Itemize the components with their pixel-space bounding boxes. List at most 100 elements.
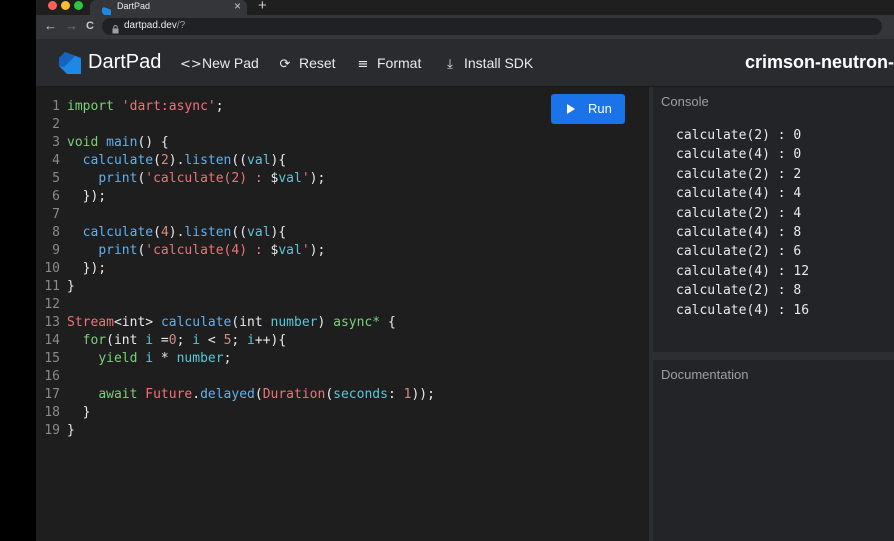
close-window-dot[interactable] [48, 1, 57, 10]
url-host: dartpad.dev [124, 20, 177, 31]
code-token: ( [325, 387, 334, 402]
code-lines[interactable]: 1 import 'dart:async'; 2 3 void main() {4 ca… [36, 98, 649, 440]
format-label: Format [377, 55, 422, 71]
format-button[interactable]: ≡ Format [355, 55, 422, 72]
code-token: print [98, 243, 138, 258]
code-token: Future [145, 387, 193, 402]
code-line[interactable]: 18 } [36, 404, 649, 422]
new-tab-icon[interactable]: + [258, 0, 267, 14]
line-number: 1 [52, 99, 60, 114]
code-line[interactable]: 5 print('calculate(2) : $val'); [36, 170, 649, 188]
code-line[interactable]: 15 yield i * number; [36, 350, 649, 368]
install-sdk-button[interactable]: ⤓ Install SDK [442, 55, 533, 72]
code-token: ++){ [254, 333, 287, 348]
code-token: ( [254, 387, 263, 402]
line-number: 16 [44, 369, 60, 384]
code-token: ); [309, 171, 326, 186]
code-line[interactable]: 4 calculate(2).listen((val){ [36, 152, 649, 170]
code-token: () { [137, 135, 169, 150]
code-token: val [247, 225, 271, 240]
code-token: ( [153, 225, 161, 240]
console-line: calculate(2) : 2 [676, 166, 802, 182]
run-label: Run [588, 101, 612, 116]
code-line[interactable]: 17 await Future.delayed(Duration(seconds… [36, 386, 649, 404]
code-token: ). [168, 225, 185, 240]
format-lines-icon: ≡ [357, 57, 369, 72]
code-token: ' [301, 171, 310, 186]
play-icon [567, 104, 575, 114]
code-token: ; [231, 333, 248, 348]
code-token: }); [67, 189, 107, 204]
code-token: ); [309, 243, 326, 258]
code-token: (( [231, 225, 248, 240]
code-token: calculate [82, 153, 154, 168]
app-header: DartPad <>New Pad ⟳ Reset ≡ Format ⤓ Instal… [36, 39, 894, 87]
code-line[interactable]: 12 [36, 296, 649, 314]
line-number: 17 [44, 387, 60, 402]
code-token: ). [168, 153, 185, 168]
code-line[interactable]: 8 calculate(4).listen((val){ [36, 224, 649, 242]
line-number: 18 [44, 405, 60, 420]
url-input[interactable]: dartpad.dev/? [102, 18, 882, 35]
back-icon[interactable]: ← [44, 18, 57, 33]
code-token: . [192, 387, 201, 402]
code-token: val [247, 153, 271, 168]
line-number: 9 [52, 243, 60, 258]
code-line[interactable]: 6 }); [36, 188, 649, 206]
code-token: Stream [67, 315, 114, 330]
code-editor[interactable]: 1 import 'dart:async'; 2 3 void main() {4 ca… [36, 87, 649, 541]
code-token: < [200, 333, 224, 348]
console-line: calculate(4) : 12 [676, 263, 810, 279]
line-number: 7 [52, 207, 60, 222]
minimize-window-dot[interactable] [61, 1, 70, 10]
horizontal-splitter[interactable] [653, 352, 894, 360]
code-line[interactable]: 3 void main() { [36, 134, 649, 152]
code-token: ; [223, 351, 232, 366]
code-token: val [278, 171, 302, 186]
code-token: ){ [270, 153, 287, 168]
code-token: i [145, 351, 154, 366]
code-line[interactable]: 10 }); [36, 260, 649, 278]
code-token: seconds [333, 387, 388, 402]
code-line[interactable]: 14 for(int i =0; i < 5; i++){ [36, 332, 649, 350]
install-sdk-label: Install SDK [464, 55, 534, 71]
tab-strip: DartPad × + [36, 0, 894, 16]
code-line[interactable]: 9 print('calculate(4) : $val'); [36, 242, 649, 260]
code-line[interactable]: 16 [36, 368, 649, 386]
code-token: }); [67, 261, 107, 276]
line-number: 12 [44, 297, 60, 312]
code-line[interactable]: 11} [36, 278, 649, 296]
code-token: yield [98, 351, 138, 366]
line-number: 8 [52, 225, 60, 240]
url-text: dartpad.dev/? [124, 20, 185, 31]
reload-icon[interactable]: C [86, 20, 94, 32]
address-bar-row: ← → C dartpad.dev/? [36, 15, 894, 39]
line-number: 10 [44, 261, 60, 276]
code-line[interactable]: 7 [36, 206, 649, 224]
browser-tab[interactable]: DartPad × [90, 0, 247, 16]
code-token: void [67, 135, 99, 150]
maximize-window-dot[interactable] [74, 1, 83, 10]
line-number: 15 [44, 351, 60, 366]
forward-icon[interactable]: → [65, 18, 78, 33]
tab-close-icon[interactable]: × [234, 0, 241, 13]
line-number: 5 [52, 171, 60, 186]
run-button[interactable]: Run [551, 94, 625, 124]
line-number: 14 [44, 333, 60, 348]
code-token: await [98, 387, 138, 402]
code-line[interactable]: 13 Stream<int> calculate(int number) asyn… [36, 314, 649, 332]
code-token: ' [301, 243, 310, 258]
reset-label: Reset [299, 55, 336, 71]
new-pad-button[interactable]: <>New Pad [180, 55, 259, 72]
reset-button[interactable]: ⟳ Reset [277, 55, 336, 72]
code-token: number [176, 351, 224, 366]
pad-name[interactable]: crimson-neutron-09 [745, 52, 894, 73]
download-icon: ⤓ [447, 57, 453, 72]
code-line[interactable]: 19} [36, 422, 649, 440]
